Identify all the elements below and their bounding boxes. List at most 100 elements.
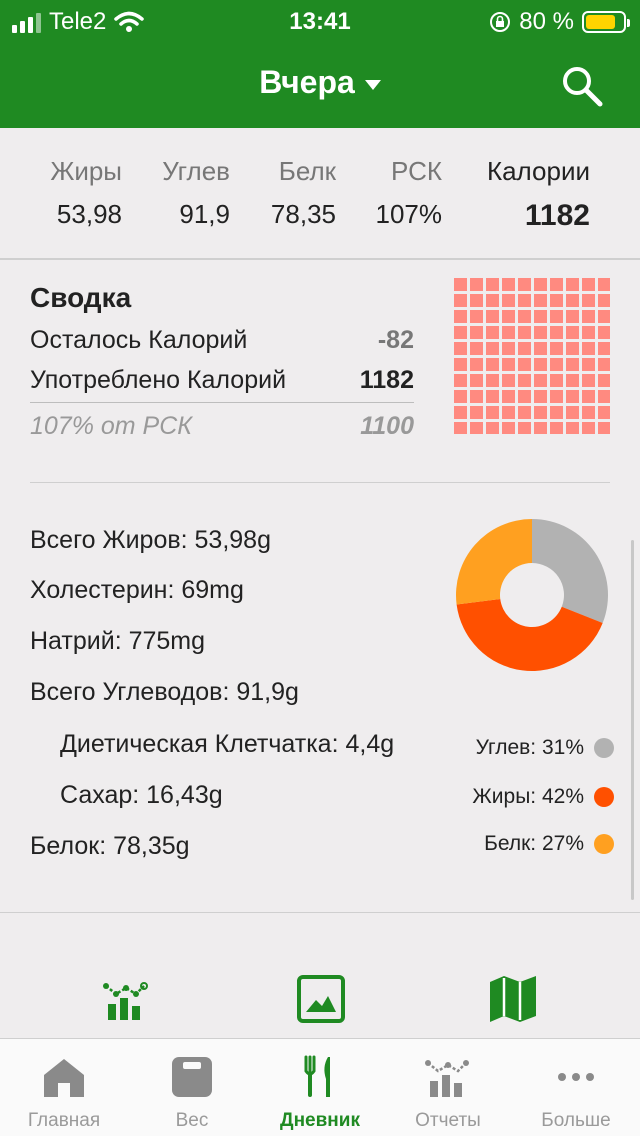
calorie-grid-cell [566, 406, 579, 419]
calorie-grid-cell [518, 374, 531, 387]
legend-protein-label: Белк: 27% [484, 832, 584, 855]
consumed-calories-label: Употреблено Калорий [30, 366, 287, 394]
calorie-grid-cell [486, 406, 499, 419]
legend-carbs-dot [594, 738, 614, 758]
macro-value: 78,35 [270, 199, 336, 229]
chevron-down-icon [364, 79, 381, 90]
calorie-grid-cell [582, 406, 595, 419]
legend-fat: Жиры: 42% [472, 785, 614, 809]
calorie-grid-cell [454, 358, 467, 371]
remaining-calories-value: -82 [377, 326, 414, 354]
calorie-grid-cell [502, 326, 515, 339]
macros-col-protein: Белк 78,35 [271, 156, 336, 230]
search-icon[interactable] [560, 64, 604, 108]
calorie-grid-cell [502, 310, 515, 323]
more-icon [558, 1073, 594, 1081]
calorie-grid-cell [486, 326, 499, 339]
calorie-grid-cell [470, 294, 483, 307]
calorie-grid-cell [534, 310, 547, 323]
calorie-grid-cell [502, 278, 515, 291]
calorie-grid-cell [454, 374, 467, 387]
chart-report-icon[interactable] [100, 972, 154, 1026]
rotation-lock-icon [490, 12, 511, 32]
rsk-value: 1100 [360, 412, 414, 440]
calorie-grid-cell [502, 358, 515, 371]
scrollbar[interactable] [631, 540, 634, 900]
calorie-grid-cell [566, 374, 579, 387]
calorie-grid-cell [550, 374, 563, 387]
calorie-grid-cell [486, 310, 499, 323]
calorie-grid-cell [502, 294, 515, 307]
home-icon [44, 1059, 84, 1097]
calorie-grid-cell [550, 310, 563, 323]
calorie-grid-cell [486, 374, 499, 387]
nutrient-sugar: Сахар: 16,43g [60, 781, 223, 809]
calorie-grid-cell [502, 342, 515, 355]
summary-title: Сводка [30, 282, 132, 313]
calorie-grid-cell [502, 390, 515, 403]
calorie-grid-cell [598, 422, 610, 434]
macros-summary-table: Жиры 53,98 Углев 91,9 Белк 78,35 РСК 107… [0, 128, 640, 260]
macro-value: 1182 [524, 199, 590, 232]
calorie-grid-cell [454, 342, 467, 355]
calorie-grid-cell [582, 326, 595, 339]
map-icon[interactable] [486, 972, 540, 1026]
calorie-grid-cell [534, 374, 547, 387]
calorie-grid-cell [534, 406, 547, 419]
tab-diary[interactable]: Дневник [256, 1039, 384, 1136]
calorie-grid-cell [470, 406, 483, 419]
calorie-grid-cell [566, 342, 579, 355]
calorie-grid-cell [454, 406, 467, 419]
legend-fat-label: Жиры: 42% [472, 785, 584, 808]
calorie-grid-cell [582, 278, 595, 291]
tab-home[interactable]: Главная [0, 1039, 128, 1136]
rsk-label: 107% от РСК [30, 412, 193, 440]
legend-protein: Белк: 27% [484, 832, 614, 856]
calorie-grid-cell [550, 294, 563, 307]
calorie-grid-cell [486, 358, 499, 371]
calorie-grid-cell [486, 390, 499, 403]
calorie-grid-cell [518, 310, 531, 323]
tab-label: Отчеты [415, 1110, 481, 1131]
calorie-grid-cell [566, 294, 579, 307]
calorie-grid-cell [550, 422, 563, 434]
macro-header: РСК [391, 156, 442, 186]
date-selector[interactable]: Вчера [0, 64, 640, 101]
calorie-grid-cell [550, 390, 563, 403]
rsk-row: 107% от РСК 1100 [30, 412, 414, 441]
image-icon[interactable] [294, 972, 348, 1026]
calorie-grid-cell [470, 310, 483, 323]
calorie-grid-cell [566, 310, 579, 323]
calorie-grid-cell [518, 422, 531, 434]
calorie-grid-cell [566, 326, 579, 339]
nutrient-cholesterol: Холестерин: 69mg [30, 576, 244, 604]
calorie-grid-cell [598, 310, 610, 323]
macro-header: Углев [162, 156, 230, 186]
nutrient-total-fat: Всего Жиров: 53,98g [30, 526, 271, 554]
tab-more[interactable]: Больше [512, 1039, 640, 1136]
calorie-grid-cell [598, 326, 610, 339]
calorie-grid-cell [470, 374, 483, 387]
legend-carbs: Углев: 31% [476, 736, 614, 760]
calorie-grid-cell [518, 294, 531, 307]
calorie-grid-cell [598, 294, 610, 307]
calorie-grid-cell [470, 422, 483, 434]
calorie-grid-cell [534, 294, 547, 307]
calorie-grid-cell [470, 358, 483, 371]
calorie-grid-cell [454, 390, 467, 403]
tab-reports[interactable]: Отчеты [384, 1039, 512, 1136]
remaining-calories-row: Осталось Калорий -82 [30, 326, 414, 355]
calorie-grid [454, 278, 610, 434]
calorie-grid-cell [518, 406, 531, 419]
nutrient-total-carbs: Всего Углеводов: 91,9g [30, 678, 299, 706]
status-bar: Tele2 13:41 80 % [0, 0, 640, 44]
calorie-grid-cell [550, 406, 563, 419]
calorie-grid-cell [566, 422, 579, 434]
calorie-grid-cell [470, 278, 483, 291]
macro-value: 91,9 [179, 199, 230, 229]
calorie-grid-cell [534, 342, 547, 355]
calorie-grid-cell [566, 358, 579, 371]
tab-weight[interactable]: Вес [128, 1039, 256, 1136]
calorie-grid-cell [534, 358, 547, 371]
scale-icon [172, 1057, 212, 1097]
